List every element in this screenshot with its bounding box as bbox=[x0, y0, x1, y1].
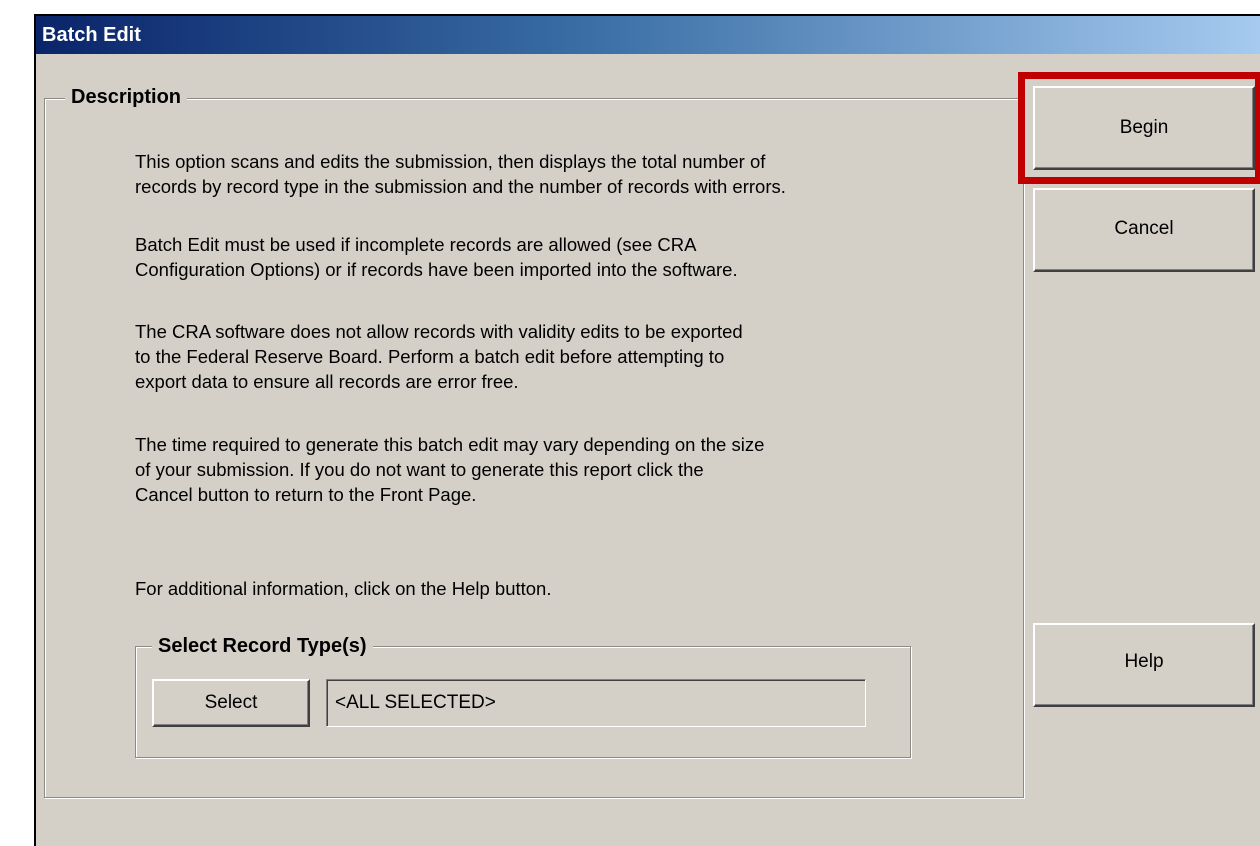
record-type-group-title: Select Record Type(s) bbox=[152, 633, 373, 659]
batch-edit-dialog: Batch Edit Description This option scans… bbox=[34, 14, 1260, 846]
cancel-button-label: Cancel bbox=[1114, 218, 1174, 239]
title-bar: Batch Edit bbox=[36, 16, 1260, 54]
help-button[interactable]: Help bbox=[1033, 623, 1255, 707]
window-title: Batch Edit bbox=[42, 24, 141, 46]
cancel-button[interactable]: Cancel bbox=[1033, 188, 1255, 272]
description-paragraph-usage: Batch Edit must be used if incomplete re… bbox=[135, 234, 738, 280]
description-group: Description This option scans and edits … bbox=[44, 84, 1024, 798]
description-paragraph-time: The time required to generate this batch… bbox=[135, 434, 765, 505]
description-paragraph-scan: This option scans and edits the submissi… bbox=[135, 151, 786, 197]
description-paragraph-help: For additional information, click on the… bbox=[135, 578, 552, 599]
record-type-group: Select Record Type(s) Select <ALL SELECT… bbox=[135, 633, 911, 758]
select-record-type-button[interactable]: Select bbox=[152, 679, 310, 727]
description-group-title: Description bbox=[65, 84, 188, 110]
begin-button-label: Begin bbox=[1119, 117, 1169, 138]
selected-record-types-field: <ALL SELECTED> bbox=[326, 679, 866, 727]
description-paragraph-validity: The CRA software does not allow records … bbox=[135, 321, 743, 392]
begin-button[interactable]: Begin bbox=[1033, 86, 1255, 170]
help-button-label: Help bbox=[1124, 651, 1164, 672]
